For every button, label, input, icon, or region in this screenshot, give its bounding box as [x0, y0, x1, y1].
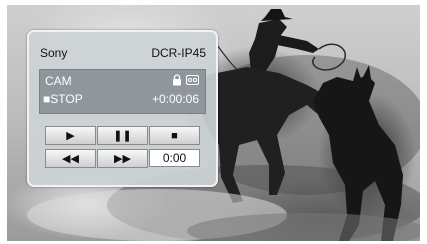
- status-display: CAM ■STOP +0:00:06: [39, 69, 206, 114]
- play-button[interactable]: ▶: [45, 126, 96, 145]
- device-header: Sony DCR-IP45: [40, 46, 206, 60]
- rewind-button[interactable]: ◀◀: [45, 149, 96, 168]
- transport-controls: ▶ ❚❚ ■ ◀◀ ▶▶ 0:00: [45, 126, 200, 168]
- tape-icon: [186, 75, 199, 85]
- video-frame: Sony DCR-IP45 CAM ■STOP +0:00:06 ▶ ❚❚ ■ …: [7, 5, 420, 241]
- lock-icon: [173, 74, 181, 86]
- camera-control-panel: Sony DCR-IP45 CAM ■STOP +0:00:06 ▶ ❚❚ ■ …: [27, 30, 218, 187]
- fast-forward-button[interactable]: ▶▶: [97, 149, 148, 168]
- status-icons: [172, 73, 199, 87]
- stop-button[interactable]: ■: [149, 126, 200, 145]
- device-brand: Sony: [40, 46, 68, 60]
- stop-status: ■STOP: [43, 92, 83, 106]
- mode-label: CAM: [45, 74, 72, 88]
- counter-display: 0:00: [149, 149, 200, 167]
- device-model: DCR-IP45: [151, 46, 206, 60]
- timecode: +0:00:06: [151, 92, 199, 106]
- pause-button[interactable]: ❚❚: [97, 126, 148, 145]
